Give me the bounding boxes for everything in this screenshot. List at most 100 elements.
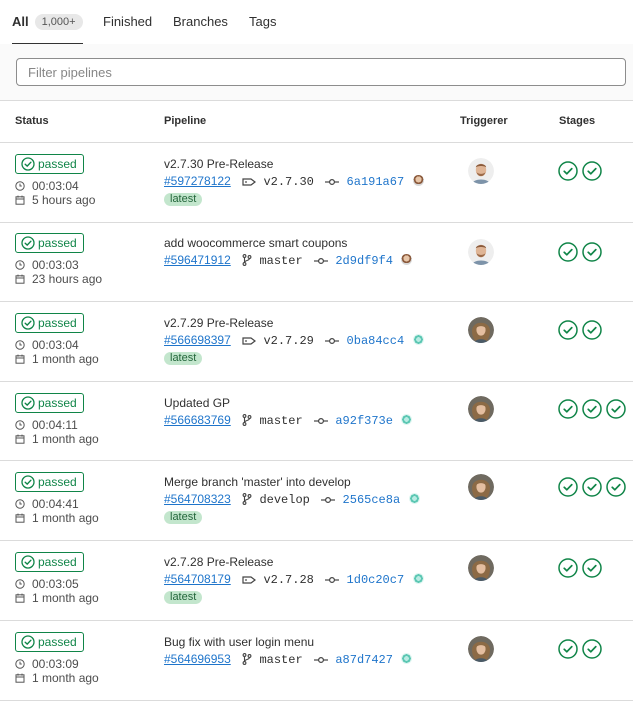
finished-time-value: 1 month ago	[32, 511, 99, 525]
finished-time: 23 hours ago	[15, 272, 102, 286]
finished-time: 1 month ago	[15, 671, 99, 685]
stage-passed-icon[interactable]	[558, 242, 578, 262]
stage-passed-icon[interactable]	[582, 399, 602, 419]
calendar-icon	[15, 511, 25, 525]
calendar-icon	[15, 432, 25, 446]
commit-title: v2.7.30 Pre-Release	[164, 157, 274, 171]
commit-author-avatar[interactable]	[412, 175, 424, 186]
status-success-icon	[21, 475, 35, 489]
triggerer-avatar[interactable]	[468, 239, 494, 265]
triggerer-avatar[interactable]	[468, 636, 494, 662]
commit-sha-link[interactable]: a92f373e	[335, 414, 393, 428]
filter-pipelines-input[interactable]	[16, 58, 626, 86]
clock-icon	[15, 418, 25, 432]
stage-passed-icon[interactable]	[582, 639, 602, 659]
commit-sha-link[interactable]: 6a191a67	[347, 175, 405, 189]
commit-sha-link[interactable]: 2565ce8a	[343, 493, 401, 507]
tag-icon	[242, 574, 257, 588]
pipeline-row: passed 00:03:04 5 hours ago v2.7.30 Pre-…	[0, 142, 633, 223]
duration: 00:04:41	[15, 497, 79, 511]
stage-passed-icon[interactable]	[558, 399, 578, 419]
commit-icon	[325, 335, 340, 349]
commit-author-avatar[interactable]	[401, 254, 413, 265]
triggerer-avatar[interactable]	[468, 474, 494, 500]
finished-time-value: 23 hours ago	[32, 272, 103, 286]
stage-passed-icon[interactable]	[606, 477, 626, 497]
stage-passed-icon[interactable]	[558, 639, 578, 659]
status-badge-passed[interactable]: passed	[15, 313, 84, 333]
commit-sha-link[interactable]: 1d0c20c7	[347, 573, 405, 587]
status-label: passed	[38, 316, 77, 330]
commit-title: Updated GP	[164, 396, 231, 410]
status-badge-passed[interactable]: passed	[15, 233, 84, 253]
calendar-icon	[15, 671, 25, 685]
commit-sha-link[interactable]: a87d7427	[335, 653, 393, 667]
triggerer-avatar[interactable]	[468, 396, 494, 422]
ref-name[interactable]: v2.7.28	[263, 573, 313, 587]
status-badge-passed[interactable]: passed	[15, 472, 84, 492]
commit-sha-link[interactable]: 2d9df9f4	[335, 254, 393, 268]
status-success-icon	[21, 396, 35, 410]
status-success-icon	[21, 635, 35, 649]
ref-name[interactable]: v2.7.29	[263, 334, 313, 348]
ref-name[interactable]: v2.7.30	[263, 175, 313, 189]
pipeline-row: passed 00:03:03 23 hours ago add woocomm…	[0, 221, 633, 302]
stage-passed-icon[interactable]	[582, 477, 602, 497]
pipeline-id-link[interactable]: #564708323	[164, 492, 231, 506]
stage-passed-icon[interactable]	[582, 320, 602, 340]
status-success-icon	[21, 555, 35, 569]
latest-badge: latest	[164, 193, 203, 206]
tag-icon	[242, 176, 257, 190]
table-header: Status Pipeline Triggerer Stages	[0, 100, 633, 143]
stage-passed-icon[interactable]	[558, 558, 578, 578]
pipeline-id-link[interactable]: #566698397	[164, 333, 231, 347]
commit-author-avatar[interactable]	[401, 653, 413, 664]
pipeline-id-link[interactable]: #564708179	[164, 572, 231, 586]
pipeline-info: #566683769 master a92f373e	[164, 413, 413, 429]
calendar-icon	[15, 591, 25, 605]
stage-passed-icon[interactable]	[606, 399, 626, 419]
commit-title: Bug fix with user login menu	[164, 635, 315, 649]
stage-passed-icon[interactable]	[582, 161, 602, 181]
status-badge-passed[interactable]: passed	[15, 632, 84, 652]
commit-author-avatar[interactable]	[412, 573, 424, 584]
finished-time: 5 hours ago	[15, 193, 95, 207]
pipeline-id-link[interactable]: #596471912	[164, 253, 231, 267]
commit-author-avatar[interactable]	[412, 334, 424, 345]
tab-all[interactable]: All 1,000+	[12, 0, 83, 45]
column-header-pipeline: Pipeline	[164, 115, 207, 127]
commit-author-avatar[interactable]	[401, 414, 413, 425]
tab-tags[interactable]: Tags	[249, 0, 276, 44]
stage-passed-icon[interactable]	[558, 320, 578, 340]
duration: 00:03:09	[15, 657, 79, 671]
triggerer-avatar[interactable]	[468, 555, 494, 581]
pipeline-info: #564708179 v2.7.28 1d0c20c7	[164, 572, 424, 588]
ref-name[interactable]: master	[259, 254, 302, 268]
commit-icon	[314, 654, 328, 668]
status-badge-passed[interactable]: passed	[15, 154, 84, 174]
status-badge-passed[interactable]: passed	[15, 393, 84, 413]
commit-sha-link[interactable]: 0ba84cc4	[347, 334, 405, 348]
stage-passed-icon[interactable]	[558, 477, 578, 497]
pipeline-id-link[interactable]: #566683769	[164, 413, 231, 427]
triggerer-avatar[interactable]	[468, 158, 494, 184]
stage-passed-icon[interactable]	[582, 242, 602, 262]
column-header-stages: Stages	[559, 115, 596, 127]
pipeline-info: #564708323 develop 2565ce8a	[164, 492, 420, 508]
pipeline-id-link[interactable]: #597278122	[164, 174, 231, 188]
ref-name[interactable]: master	[259, 414, 302, 428]
triggerer-avatar[interactable]	[468, 317, 494, 343]
pipeline-id-link[interactable]: #564696953	[164, 652, 231, 666]
latest-badge: latest	[164, 591, 203, 604]
stage-passed-icon[interactable]	[582, 558, 602, 578]
commit-author-avatar[interactable]	[408, 493, 420, 504]
ref-name[interactable]: master	[259, 653, 302, 667]
finished-time-value: 1 month ago	[32, 671, 99, 685]
stage-passed-icon[interactable]	[558, 161, 578, 181]
status-badge-passed[interactable]: passed	[15, 552, 84, 572]
tab-finished[interactable]: Finished	[103, 0, 152, 44]
commit-icon	[314, 255, 328, 269]
branch-icon	[242, 414, 252, 429]
tab-branches[interactable]: Branches	[173, 0, 228, 44]
ref-name[interactable]: develop	[259, 493, 309, 507]
